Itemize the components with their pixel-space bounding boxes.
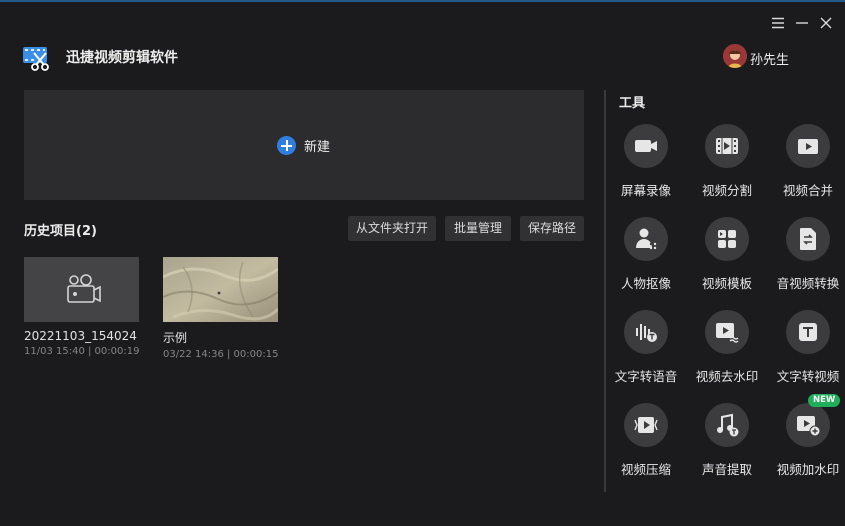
tool-add-watermark[interactable]: NEW 视频加水印: [768, 394, 845, 478]
project-meta: 03/22 14:36 | 00:00:15: [163, 349, 279, 360]
new-project-label: 新建: [304, 140, 331, 155]
desert-image: [163, 257, 278, 322]
tool-label: 声音提取: [701, 462, 752, 477]
project-card[interactable]: 20221103_154024 11/03 15:40 | 00:00:19: [24, 257, 139, 357]
tool-text-to-speech[interactable]: 文字转语音: [606, 310, 686, 385]
project-meta: 11/03 15:40 | 00:00:19: [24, 346, 140, 357]
person-cutout-icon: [636, 228, 657, 250]
text-to-video-icon: [799, 323, 817, 341]
tool-video-compress[interactable]: 视频压缩: [606, 403, 686, 478]
tool-remove-watermark[interactable]: 视频去水印: [687, 310, 767, 385]
project-name: 20221103_154024: [24, 329, 137, 343]
tool-video-template[interactable]: 视频模板: [687, 217, 767, 292]
tool-label: 屏幕录像: [620, 183, 671, 198]
camera-icon: [67, 274, 101, 303]
new-project-button[interactable]: 新建: [24, 90, 584, 200]
tool-audio-extract[interactable]: 声音提取: [687, 403, 767, 478]
username[interactable]: 孙先生: [750, 49, 789, 68]
open-folder-button[interactable]: 从文件夹打开: [348, 216, 436, 241]
video-compress-icon: [634, 417, 658, 433]
batch-manage-button[interactable]: 批量管理: [445, 216, 511, 241]
tool-av-convert[interactable]: 音视频转换: [768, 217, 845, 292]
avatar[interactable]: [723, 44, 747, 68]
app-logo-icon: [22, 43, 52, 71]
tool-label: 视频模板: [701, 276, 752, 291]
tools-title: 工具: [619, 96, 646, 111]
window-top-border: [0, 0, 845, 2]
tool-label: 文字转语音: [614, 369, 678, 384]
tool-label: 视频去水印: [695, 369, 759, 384]
save-path-button[interactable]: 保存路径: [520, 216, 584, 241]
tool-label: 视频分割: [701, 183, 752, 198]
menu-icon[interactable]: [769, 14, 787, 32]
project-thumbnail: [163, 257, 278, 322]
tool-label: 音视频转换: [776, 276, 840, 291]
video-template-icon: [718, 230, 736, 248]
audio-extract-icon: [717, 413, 739, 437]
tool-label: 视频加水印: [776, 462, 840, 477]
project-thumbnail: [24, 257, 139, 322]
text-to-speech-icon: [636, 324, 657, 342]
add-watermark-icon: [797, 416, 821, 437]
history-title: 历史项目(2): [24, 224, 97, 239]
new-badge: NEW: [808, 394, 841, 407]
screen-record-icon: [635, 140, 657, 152]
tool-label: 视频压缩: [620, 462, 671, 477]
video-split-icon: [716, 136, 738, 156]
tool-person-cutout[interactable]: 人物抠像: [606, 217, 686, 292]
tool-video-merge[interactable]: 视频合并: [768, 124, 845, 199]
tool-text-to-video[interactable]: 文字转视频: [768, 310, 845, 385]
video-merge-icon: [798, 139, 818, 154]
minimize-icon[interactable]: [793, 14, 811, 32]
tool-label: 人物抠像: [620, 276, 671, 291]
remove-watermark-icon: [716, 323, 739, 343]
av-convert-icon: [800, 228, 816, 250]
tool-video-split[interactable]: 视频分割: [687, 124, 767, 199]
app-title: 迅捷视频剪辑软件: [66, 50, 178, 66]
project-card[interactable]: 示例 03/22 14:36 | 00:00:15: [163, 257, 278, 360]
tool-label: 文字转视频: [776, 369, 840, 384]
project-name: 示例: [163, 331, 188, 345]
tool-screen-record[interactable]: 屏幕录像: [606, 124, 686, 199]
close-icon[interactable]: [817, 14, 835, 32]
tool-label: 视频合并: [782, 183, 833, 198]
plus-icon: [277, 136, 296, 155]
